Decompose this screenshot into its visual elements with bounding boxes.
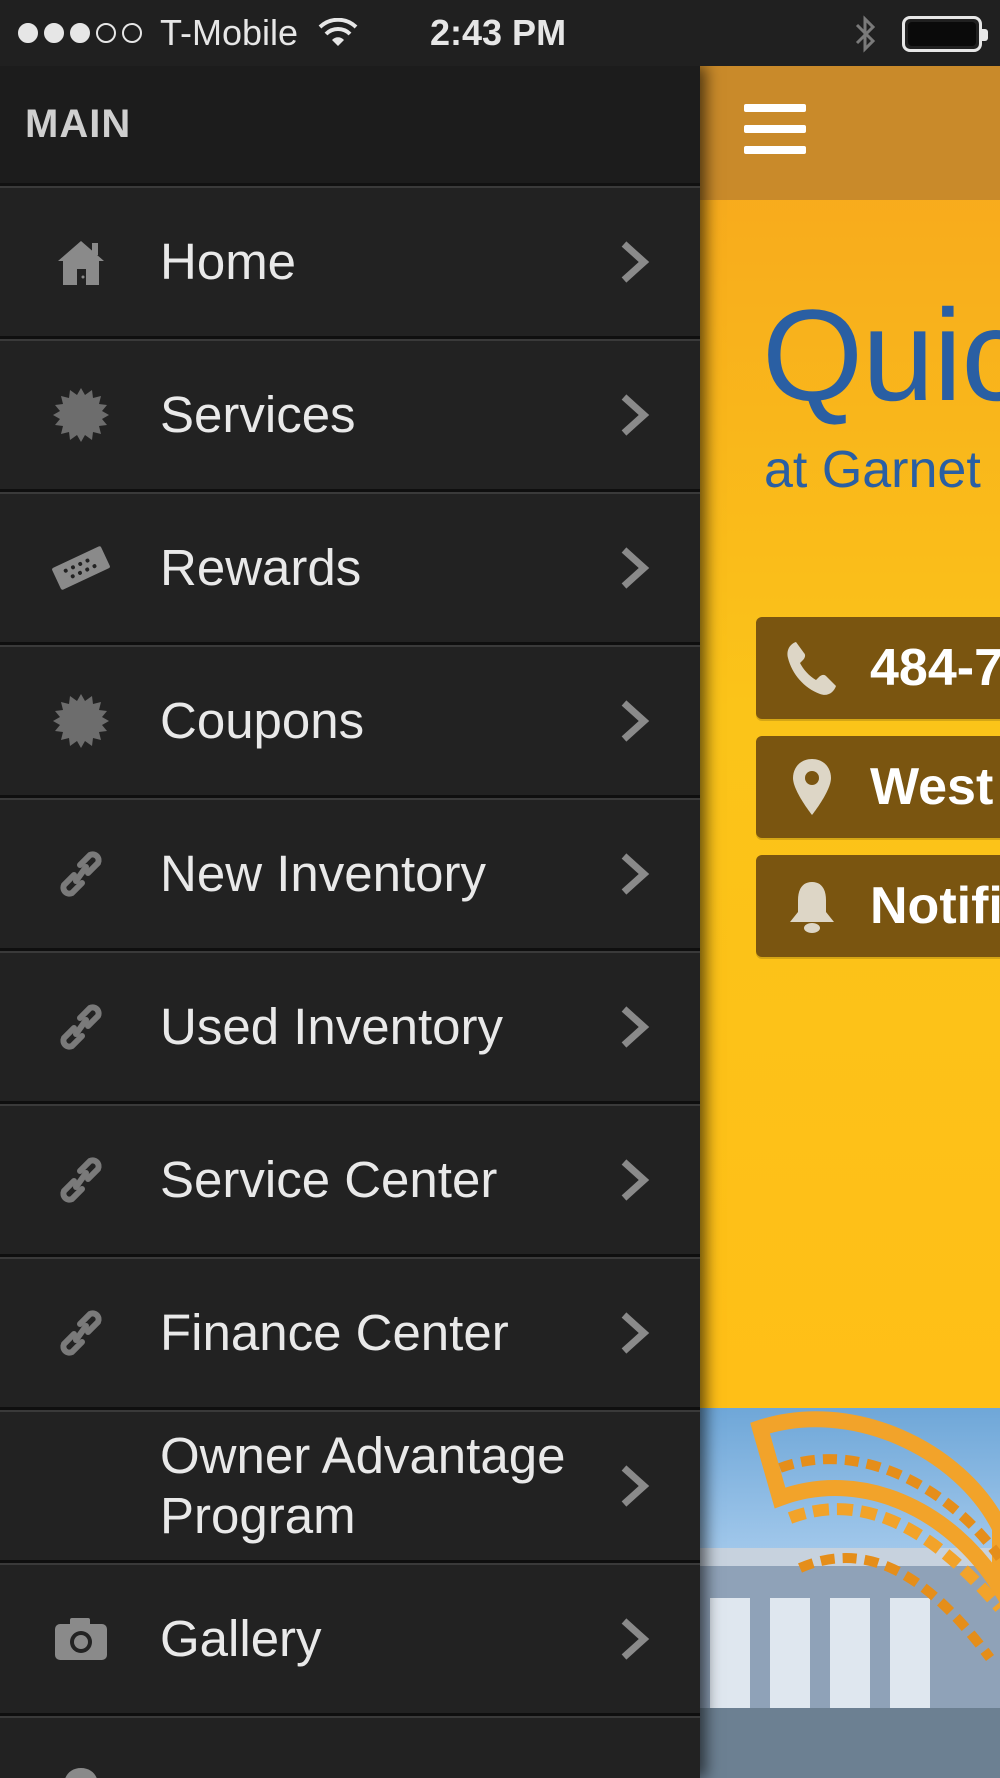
chevron-right-icon (621, 241, 650, 283)
carrier-name: T-Mobile (160, 12, 299, 53)
chevron-right-icon (621, 547, 650, 589)
hero-photo (700, 1408, 1000, 1778)
menu-item-label: Home (160, 233, 297, 290)
status-time: 2:43 PM (430, 12, 567, 53)
app-header (700, 66, 1000, 200)
menu-item-label: Rewards (160, 539, 362, 596)
link-icon (60, 1157, 102, 1203)
wifi-icon (318, 18, 358, 46)
menu-item-gallery[interactable]: Gallery (0, 1563, 700, 1716)
menu-item-label: Coupons (160, 692, 365, 749)
location-button[interactable]: West (756, 736, 1000, 838)
location-button-label: West (870, 758, 994, 816)
chevron-right-icon (621, 853, 650, 895)
menu-item-label: Gallery (160, 1610, 322, 1667)
side-drawer: MAIN Home Services Rewards Coupons New I… (0, 66, 700, 1778)
camera-icon (55, 1618, 107, 1660)
map-pin-icon (65, 1768, 97, 1778)
chevron-right-icon (621, 394, 650, 436)
menu-item-label: Service Center (160, 1151, 498, 1208)
notifications-button-label: Notifi (870, 877, 1000, 935)
status-right (852, 14, 988, 54)
menu-item-label: Services (160, 386, 356, 443)
drawer-header: MAIN (0, 66, 700, 186)
dealership-illustration (700, 1411, 1000, 1778)
phone-icon (787, 642, 836, 695)
app-title: Quic (762, 282, 1000, 428)
menu-item-finance-center[interactable]: Finance Center (0, 1257, 700, 1410)
home-icon (58, 241, 104, 285)
badge-icon (53, 388, 109, 442)
chevron-right-icon (621, 1465, 650, 1507)
menu-item-services[interactable]: Services (0, 339, 700, 492)
chevron-right-icon (621, 1312, 650, 1354)
menu-item-new-inventory[interactable]: New Inventory (0, 798, 700, 951)
link-icon (60, 1310, 102, 1356)
menu-item-rewards[interactable]: Rewards (0, 492, 700, 645)
menu-item-label: Used Inventory (160, 998, 504, 1055)
chevron-right-icon (621, 1006, 650, 1048)
menu-item-partial[interactable] (0, 1716, 700, 1778)
app-panel: Quic at Garnet 484-7 West Notifi (700, 0, 1000, 1778)
bluetooth-icon (855, 15, 876, 53)
call-button-label: 484-7 (870, 639, 1000, 697)
menu-item-label: Owner Advantage Program (160, 1427, 566, 1544)
status-left: T-Mobile (0, 12, 358, 54)
link-icon (60, 851, 102, 897)
ticket-icon (52, 546, 110, 590)
chevron-right-icon (621, 1618, 650, 1660)
menu-item-owner-advantage-program[interactable]: Owner Advantage Program (0, 1410, 700, 1563)
menu-item-label: New Inventory (160, 845, 486, 902)
badge-icon (53, 694, 109, 748)
call-button[interactable]: 484-7 (756, 617, 1000, 719)
chevron-right-icon (621, 700, 650, 742)
menu-item-coupons[interactable]: Coupons (0, 645, 700, 798)
hamburger-icon[interactable] (744, 104, 806, 154)
bell-icon (790, 882, 834, 933)
menu-item-home[interactable]: Home (0, 186, 700, 339)
link-icon (60, 1004, 102, 1050)
drawer-section-title: MAIN (25, 102, 132, 146)
signal-dots-icon (18, 23, 142, 43)
chevron-right-icon (621, 1159, 650, 1201)
menu-item-label: Finance Center (160, 1304, 509, 1361)
map-pin-icon (793, 759, 831, 815)
app-subtitle: at Garnet (764, 441, 981, 499)
notifications-button[interactable]: Notifi (756, 855, 1000, 957)
menu-item-service-center[interactable]: Service Center (0, 1104, 700, 1257)
menu-item-used-inventory[interactable]: Used Inventory (0, 951, 700, 1104)
status-bar: T-Mobile 2:43 PM (0, 0, 1000, 66)
battery-icon (902, 16, 988, 52)
